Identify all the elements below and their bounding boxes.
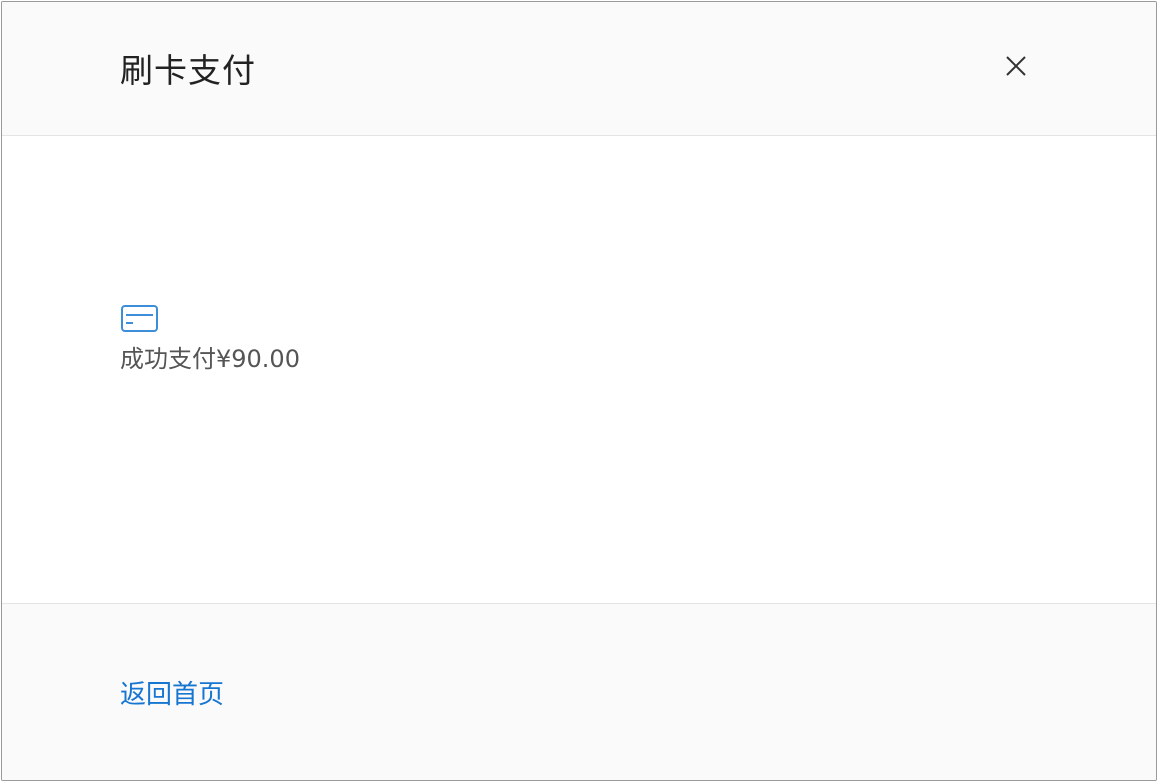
- close-button[interactable]: [1000, 50, 1032, 82]
- dialog-body: 成功支付¥90.00: [2, 136, 1156, 604]
- return-home-link[interactable]: 返回首页: [120, 677, 224, 713]
- dialog-footer: 返回首页: [2, 604, 1156, 780]
- payment-dialog: 刷卡支付 成功支付¥90.00 返回首页: [1, 1, 1157, 781]
- dialog-header: 刷卡支付: [2, 2, 1156, 136]
- close-icon: [1006, 56, 1026, 76]
- credit-card-icon: [121, 305, 158, 332]
- payment-success-message: 成功支付¥90.00: [120, 345, 300, 373]
- dialog-title: 刷卡支付: [120, 51, 256, 90]
